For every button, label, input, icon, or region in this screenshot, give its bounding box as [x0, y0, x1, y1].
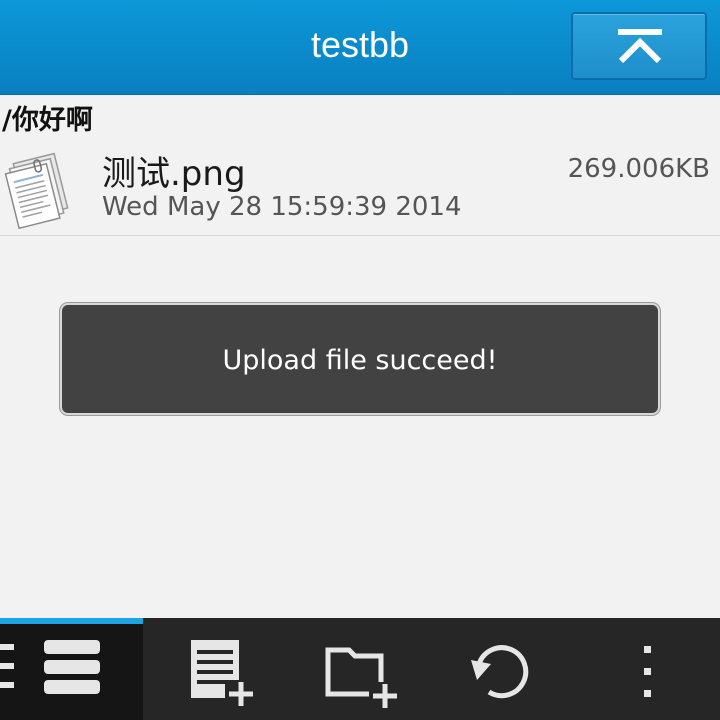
new-file-icon	[191, 640, 255, 706]
new-folder-button[interactable]	[287, 624, 431, 720]
scroll-to-top-button[interactable]	[571, 12, 707, 80]
file-date: Wed May 28 15:59:39 2014	[102, 192, 462, 222]
toast-message: Upload file succeed!	[222, 345, 498, 376]
refresh-icon	[471, 645, 529, 699]
overflow-menu-button[interactable]	[575, 624, 720, 720]
overflow-menu-icon	[644, 646, 651, 697]
toast-notification: Upload file succeed!	[60, 303, 660, 415]
list-item[interactable]: 测试.png Wed May 28 15:59:39 2014 269.006K…	[0, 140, 720, 236]
file-size: 269.006KB	[567, 154, 710, 184]
title-bar: testbb	[0, 0, 720, 95]
new-file-button[interactable]	[143, 624, 287, 720]
refresh-button[interactable]	[431, 624, 575, 720]
list-view-button[interactable]	[0, 624, 143, 720]
document-icon	[0, 144, 80, 236]
file-name: 测试.png	[102, 154, 246, 194]
breadcrumb: /你好啊	[2, 105, 93, 136]
new-folder-icon	[325, 647, 401, 710]
scroll-to-top-icon	[618, 29, 662, 64]
list-view-icon	[0, 640, 100, 694]
